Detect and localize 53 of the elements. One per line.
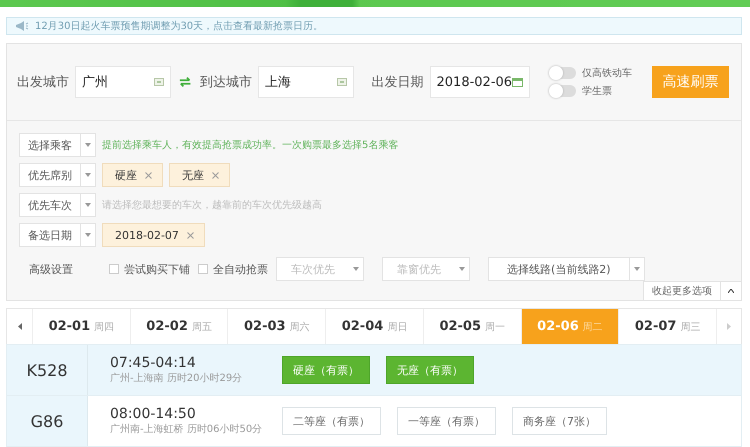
checkbox[interactable] <box>198 264 208 274</box>
field-label: 出发日期 <box>372 74 424 92</box>
right-arrow-icon <box>727 323 732 330</box>
departure-date-field[interactable]: 2018-02-06 <box>430 66 530 98</box>
toggle-label: 学生票 <box>582 84 612 98</box>
field-label: 到达城市 <box>200 74 252 92</box>
toggle-switch[interactable] <box>550 67 576 80</box>
hint-text: 提前选择乘车人，有效提高抢票成功率。一次购票最多选择5名乘客 <box>102 138 398 152</box>
train-route: 广州南-上海虹桥 历时06小时50分 <box>110 422 264 436</box>
option-dropdown[interactable]: 优先车次 <box>19 193 96 218</box>
selected-tag: 硬座 <box>102 163 163 188</box>
swap-icon[interactable] <box>179 76 192 88</box>
list-icon[interactable] <box>154 78 164 86</box>
toggle-switch[interactable] <box>550 85 576 98</box>
calendar-icon[interactable] <box>512 78 524 87</box>
caret-icon <box>459 267 465 272</box>
option-dropdown[interactable]: 优先席别 <box>19 163 96 188</box>
train-row[interactable]: G86 08:00-14:50 广州南-上海虹桥 历时06小时50分 二等座（有票） 一等座（有票） 商务座（7张） <box>6 396 742 447</box>
seat-button[interactable]: 二等座（有票） <box>282 407 381 435</box>
caret-icon <box>85 233 91 238</box>
train-times: 08:00-14:50 <box>110 406 197 422</box>
close-icon[interactable] <box>186 232 194 239</box>
train-route: 广州-上海南 历时20小时29分 <box>110 372 244 385</box>
arrival-city-field[interactable]: 上海 <box>258 66 354 98</box>
list-icon[interactable] <box>337 78 348 86</box>
hint-text: 请选择您最想要的车次，越靠前的车次优先级越高 <box>102 198 322 212</box>
selected-tag: 无座 <box>169 163 230 188</box>
caret-icon <box>85 203 91 208</box>
field-label: 出发城市 <box>17 74 69 92</box>
selected-tag: 2018-02-07 <box>102 223 205 248</box>
left-arrow-icon <box>18 323 22 330</box>
seat-button[interactable]: 商务座（7张） <box>512 407 607 435</box>
route-select[interactable]: 选择线路(当前线路2) <box>488 257 645 282</box>
train-number: G86 <box>7 396 88 446</box>
megaphone-icon <box>15 21 29 32</box>
caret-icon <box>85 173 91 178</box>
caret-icon <box>353 267 359 272</box>
option-dropdown[interactable]: 备选日期 <box>19 223 96 248</box>
advanced-label: 高级设置 <box>29 262 73 277</box>
toggle-label: 仅高铁动车 <box>582 66 632 80</box>
caret-icon <box>728 289 734 294</box>
checkbox-option[interactable]: 尝试购买下铺 <box>109 262 190 277</box>
close-icon[interactable] <box>145 172 152 179</box>
train-times: 07:45-04:14 <box>110 355 197 371</box>
seat-button[interactable]: 一等座（有票） <box>397 407 496 435</box>
caret-icon <box>634 267 640 272</box>
caret-icon <box>85 143 91 148</box>
close-icon[interactable] <box>212 172 219 179</box>
checkbox[interactable] <box>109 264 119 274</box>
option-dropdown[interactable]: 选择乘客 <box>19 133 96 158</box>
checkbox-option[interactable]: 全自动抢票 <box>198 262 268 277</box>
collapse-button[interactable]: 收起更多选项 <box>643 281 741 300</box>
departure-city-field[interactable]: 广州 <box>75 66 172 98</box>
